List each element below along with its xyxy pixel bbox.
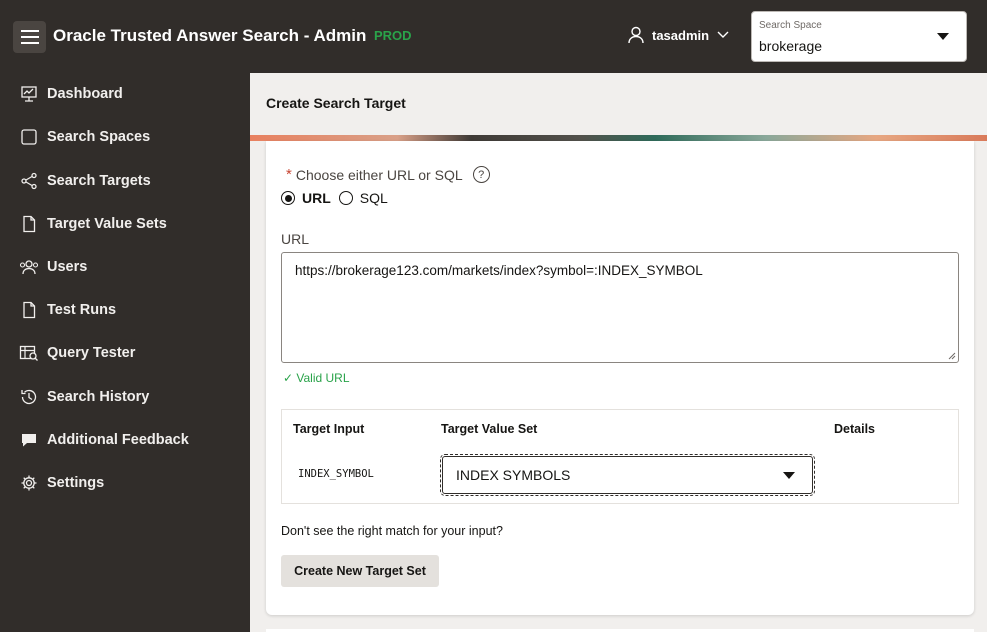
- sidebar-item-users[interactable]: Users: [0, 249, 250, 285]
- sidebar-item-settings[interactable]: Settings: [0, 465, 250, 501]
- sidebar-item-label: Dashboard: [47, 86, 123, 102]
- sidebar-item-label: Target Value Sets: [47, 216, 167, 232]
- no-match-hint: Don't see the right match for your input…: [281, 524, 503, 538]
- sidebar-item-label: Query Tester: [47, 345, 136, 361]
- caret-down-icon: [783, 472, 795, 479]
- source-type-radio-group: URL SQL: [281, 190, 388, 206]
- help-icon[interactable]: ?: [472, 166, 490, 183]
- create-new-target-set-button[interactable]: Create New Target Set: [281, 555, 439, 587]
- sidebar-item-additional-feedback[interactable]: Additional Feedback: [0, 422, 250, 458]
- app-title: Oracle Trusted Answer Search - Admin: [53, 26, 367, 45]
- sidebar-item-label: Additional Feedback: [47, 432, 189, 448]
- document-icon: [19, 300, 39, 320]
- table-search-icon: [19, 343, 39, 363]
- sidebar-item-label: Search Spaces: [47, 129, 151, 145]
- required-marker: *: [286, 166, 292, 183]
- sidebar: Dashboard Search Spaces Search Targets T…: [0, 73, 250, 632]
- radio-url-label[interactable]: URL: [302, 190, 331, 206]
- url-value: https://brokerage123.com/markets/index?s…: [295, 263, 703, 278]
- target-value-set-select[interactable]: INDEX SYMBOLS: [440, 454, 815, 496]
- target-value-set-value: INDEX SYMBOLS: [456, 467, 571, 483]
- sidebar-item-search-spaces[interactable]: Search Spaces: [0, 119, 250, 155]
- sidebar-item-search-targets[interactable]: Search Targets: [0, 163, 250, 199]
- column-header-target-input: Target Input: [293, 422, 365, 436]
- square-icon: [19, 127, 39, 147]
- caret-down-icon: [937, 33, 949, 40]
- environment-badge: PROD: [374, 28, 412, 43]
- sidebar-item-label: Users: [47, 259, 88, 275]
- chevron-down-icon: [717, 31, 729, 38]
- choose-url-or-sql-label: * Choose either URL or SQL ?: [286, 166, 490, 183]
- sidebar-item-search-history[interactable]: Search History: [0, 379, 250, 415]
- target-input-cell: INDEX_SYMBOL: [298, 468, 374, 480]
- sidebar-item-label: Search Targets: [47, 173, 151, 189]
- search-space-value: brokerage: [759, 38, 823, 54]
- form-card: * Choose either URL or SQL ? URL SQL URL…: [266, 141, 974, 615]
- radio-sql-label[interactable]: SQL: [360, 190, 388, 206]
- sidebar-item-label: Search History: [47, 389, 150, 405]
- user-menu[interactable]: tasadmin: [628, 26, 729, 44]
- url-textarea[interactable]: https://brokerage123.com/markets/index?s…: [281, 252, 959, 363]
- sidebar-item-label: Test Runs: [47, 302, 117, 318]
- presentation-icon: [19, 84, 39, 104]
- resize-grip-icon[interactable]: [948, 352, 956, 360]
- url-field-label: URL: [281, 231, 310, 247]
- chat-bubble-icon: [19, 430, 39, 450]
- search-space-select[interactable]: Search Space brokerage: [751, 11, 967, 62]
- users-icon: [19, 257, 39, 277]
- user-icon: [628, 26, 644, 44]
- sidebar-item-target-value-sets[interactable]: Target Value Sets: [0, 206, 250, 242]
- column-header-details: Details: [834, 422, 875, 436]
- search-space-label: Search Space: [759, 20, 822, 31]
- column-header-target-value-set: Target Value Set: [441, 422, 538, 436]
- share-icon: [19, 171, 39, 191]
- sidebar-item-dashboard[interactable]: Dashboard: [0, 76, 250, 112]
- sidebar-item-test-runs[interactable]: Test Runs: [0, 292, 250, 328]
- page-title: Create Search Target: [266, 95, 406, 111]
- choose-label-text: Choose either URL or SQL: [295, 166, 463, 183]
- history-icon: [19, 387, 39, 407]
- target-input-table: Target Input Target Value Set Details IN…: [281, 409, 959, 504]
- gear-icon: [19, 473, 39, 493]
- sidebar-item-label: Settings: [47, 475, 105, 491]
- sidebar-item-query-tester[interactable]: Query Tester: [0, 335, 250, 371]
- radio-sql[interactable]: [338, 191, 353, 205]
- valid-url-message: ✓ Valid URL: [283, 371, 350, 385]
- top-header: Oracle Trusted Answer Search - Admin PRO…: [0, 0, 987, 73]
- radio-url[interactable]: [281, 191, 295, 205]
- hamburger-menu-icon[interactable]: [13, 21, 46, 53]
- main-content: Create Search Target * Choose either URL…: [250, 73, 987, 632]
- username: tasadmin: [652, 27, 710, 43]
- document-icon: [19, 214, 39, 234]
